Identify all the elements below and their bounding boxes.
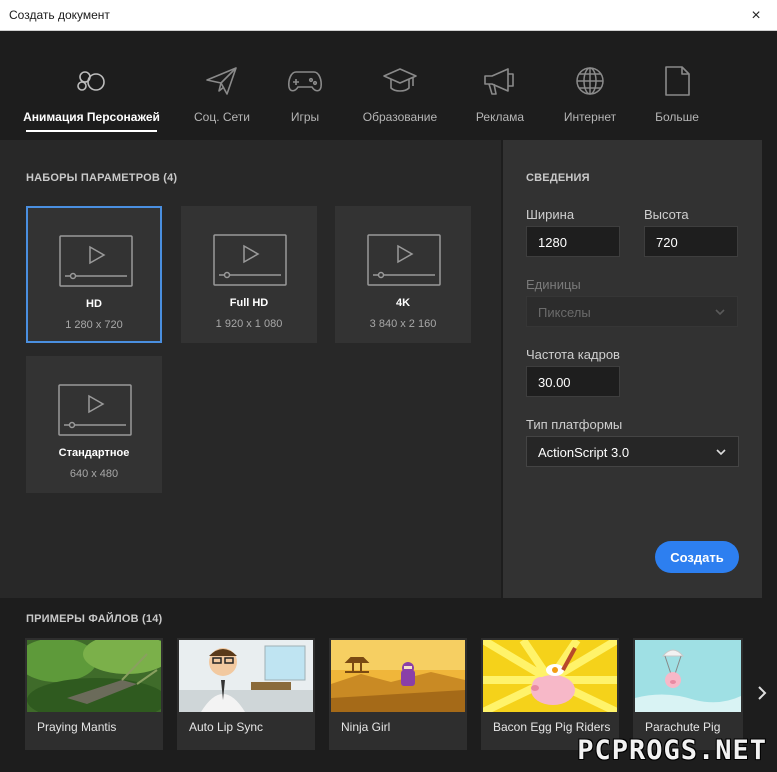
sample-thumbnail xyxy=(635,640,741,712)
platform-value: ActionScript 3.0 xyxy=(538,445,630,460)
preset-name: HD xyxy=(86,298,102,310)
sample-name: Parachute Pig xyxy=(645,720,721,734)
preset-name: Стандартное xyxy=(58,447,130,459)
preset-size: 640 x 480 xyxy=(69,468,119,480)
preset-name: 4K xyxy=(395,297,411,309)
samples-title: ПРИМЕРЫ ФАЙЛОВ (14) xyxy=(26,613,163,625)
height-label: Высота xyxy=(644,207,689,222)
tab-label: Больше xyxy=(655,110,699,124)
tab-label: Реклама xyxy=(475,110,525,124)
category-tabs: Анимация Персонажей Соц. Сети Игры Образ… xyxy=(0,31,777,140)
sample-name: Ninja Girl xyxy=(341,720,391,734)
sample-praying-mantis[interactable]: Praying Mantis xyxy=(25,638,163,750)
tab-label: Игры xyxy=(290,110,320,124)
preset-card-standard[interactable]: Стандартное 640 x 480 xyxy=(26,356,162,493)
tab-social[interactable]: Соц. Сети xyxy=(192,31,252,140)
preset-card-full-hd[interactable]: Full HD 1 920 x 1 080 xyxy=(181,206,317,343)
sample-thumbnail xyxy=(483,640,617,712)
preset-size: 1 920 x 1 080 xyxy=(215,318,283,330)
tab-label: Анимация Персонажей xyxy=(23,110,160,124)
sample-auto-lip-sync[interactable]: Auto Lip Sync xyxy=(177,638,315,750)
document-icon xyxy=(657,64,697,98)
tab-label: Соц. Сети xyxy=(193,110,251,124)
tab-more[interactable]: Больше xyxy=(654,31,700,140)
tab-internet[interactable]: Интернет xyxy=(562,31,618,140)
units-select[interactable]: Пикселы xyxy=(526,296,738,327)
presets-title: НАБОРЫ ПАРАМЕТРОВ (4) xyxy=(26,172,178,184)
preset-name: Full HD xyxy=(229,297,269,309)
tab-character-animation[interactable]: Анимация Персонажей xyxy=(23,31,160,140)
megaphone-icon xyxy=(480,64,520,98)
tab-label: Образование xyxy=(362,110,438,124)
fps-input[interactable]: 30.00 xyxy=(526,366,620,397)
preset-size: 1 280 x 720 xyxy=(65,319,123,331)
presets-panel: НАБОРЫ ПАРАМЕТРОВ (4) HD 1 280 x 720 Ful… xyxy=(0,140,501,598)
width-label: Ширина xyxy=(526,207,575,222)
sample-bacon-egg-pig-riders[interactable]: Bacon Egg Pig Riders xyxy=(481,638,619,750)
fps-label: Частота кадров xyxy=(526,347,620,362)
sample-parachute-pig[interactable]: Parachute Pig xyxy=(633,638,743,750)
preset-card-hd[interactable]: HD 1 280 x 720 xyxy=(26,206,162,343)
units-value: Пикселы xyxy=(538,305,591,320)
video-thumbnail-icon xyxy=(59,235,133,287)
tab-advertising[interactable]: Реклама xyxy=(474,31,526,140)
gamepad-icon xyxy=(285,64,325,98)
globe-icon xyxy=(570,64,610,98)
graduation-cap-icon xyxy=(380,64,420,98)
video-thumbnail-icon xyxy=(367,234,441,286)
sample-thumbnail xyxy=(331,640,465,712)
video-thumbnail-icon xyxy=(213,234,287,286)
platform-select[interactable]: ActionScript 3.0 xyxy=(526,436,739,467)
tab-games[interactable]: Игры xyxy=(280,31,330,140)
active-tab-underline xyxy=(26,130,157,132)
video-thumbnail-icon xyxy=(58,384,132,436)
chevron-down-icon xyxy=(716,449,726,456)
chevron-right-icon[interactable] xyxy=(755,683,769,703)
platform-label: Тип платформы xyxy=(526,417,623,432)
paper-plane-icon xyxy=(202,64,242,98)
chevron-down-icon xyxy=(715,309,725,316)
create-button[interactable]: Создать xyxy=(655,541,739,573)
sample-ninja-girl[interactable]: Ninja Girl xyxy=(329,638,467,750)
sample-thumbnail xyxy=(179,640,313,712)
units-label: Единицы xyxy=(526,277,581,292)
window-title: Создать документ xyxy=(9,8,110,22)
watermark: PCPROGS.NET xyxy=(577,735,767,766)
tab-education[interactable]: Образование xyxy=(362,31,438,140)
sample-name: Bacon Egg Pig Riders xyxy=(493,720,611,734)
preset-size: 3 840 x 2 160 xyxy=(369,318,437,330)
tab-label: Интернет xyxy=(563,110,617,124)
height-input[interactable]: 720 xyxy=(644,226,738,257)
preset-card-4k[interactable]: 4K 3 840 x 2 160 xyxy=(335,206,471,343)
sample-name: Praying Mantis xyxy=(37,720,117,734)
sample-thumbnail xyxy=(27,640,161,712)
sample-name: Auto Lip Sync xyxy=(189,720,264,734)
character-animation-icon xyxy=(72,64,112,98)
close-icon[interactable]: × xyxy=(735,0,777,31)
title-bar: Создать документ × xyxy=(0,0,777,31)
width-input[interactable]: 1280 xyxy=(526,226,620,257)
details-panel: СВЕДЕНИЯ Ширина 1280 Высота 720 Единицы … xyxy=(503,140,762,598)
details-title: СВЕДЕНИЯ xyxy=(526,172,590,184)
sample-files-section: ПРИМЕРЫ ФАЙЛОВ (14) Praying Mantis Auto … xyxy=(0,598,777,772)
